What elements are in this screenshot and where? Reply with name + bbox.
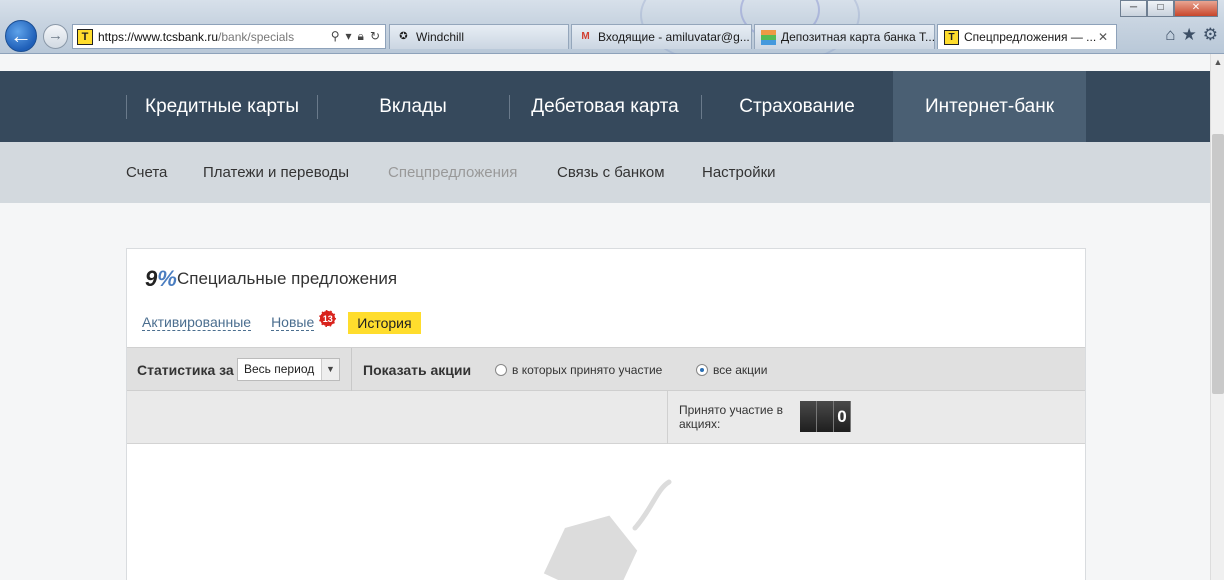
tab-deposit-card[interactable]: Депозитная карта банка Т... (754, 24, 935, 49)
url-host: https://www.tcsbank.ru (98, 29, 219, 44)
period-select[interactable]: Весь период ▼ (237, 358, 340, 381)
search-icon[interactable]: ⚲ (331, 29, 340, 44)
filter-history-tab[interactable]: История (348, 312, 421, 334)
subnav-payments[interactable]: Платежи и переводы (203, 142, 349, 203)
refresh-icon[interactable]: ↻ (370, 29, 380, 44)
minimize-button[interactable]: ─ (1120, 0, 1147, 17)
period-select-value: Весь период (244, 362, 315, 376)
radio-participated-button[interactable] (495, 364, 507, 376)
participation-counter: 0 (800, 401, 851, 432)
tab-label: Спецпредложения — ... (964, 30, 1097, 44)
filter-new-link[interactable]: Новые (271, 315, 315, 331)
nav-insurance[interactable]: Страхование (702, 71, 892, 142)
home-icon[interactable]: ⌂ (1165, 25, 1175, 45)
chevron-down-icon[interactable]: ▼ (321, 359, 339, 380)
url-path: /bank/specials (218, 29, 295, 44)
address-url[interactable]: https://www.tcsbank.ru/bank/specials (98, 30, 331, 44)
browser-toolbar-right: ⌂ ★ ⚙ (1165, 25, 1218, 45)
statistics-bar: Статистика за Весь период ▼ Показать акц… (127, 347, 1085, 392)
gear-icon[interactable]: ⚙ (1203, 25, 1218, 45)
main-navigation: Кредитные карты Вклады Дебетовая карта С… (0, 71, 1210, 142)
percent-logo-icon: 9% (145, 266, 177, 291)
tab-label: Входящие - amiluvatar@g... (598, 30, 750, 44)
scrollbar-thumb[interactable] (1212, 134, 1224, 394)
sub-navigation: Счета Платежи и переводы Спецпредложения… (0, 142, 1210, 203)
participation-counter-row: Принято участие в акциях: 0 (127, 391, 1085, 444)
nav-deposits[interactable]: Вклады (318, 71, 508, 142)
bank-chart-icon (761, 29, 776, 45)
counter-digit (800, 401, 817, 432)
close-window-button[interactable]: ✕ (1174, 0, 1218, 17)
arrow-right-icon: → (48, 27, 63, 44)
radio-all-offers-button[interactable] (696, 364, 708, 376)
maximize-button[interactable]: □ (1147, 0, 1174, 17)
subnav-accounts[interactable]: Счета (126, 142, 167, 203)
show-offers-label: Показать акции (363, 362, 472, 378)
browser-chrome: ← → T https://www.tcsbank.ru/bank/specia… (0, 0, 1224, 70)
filter-tabs: Активированные Новые 13 История (142, 309, 421, 334)
radio-all-offers-label: все акции (713, 363, 768, 377)
statistics-label: Статистика за (137, 362, 234, 378)
filter-activated-link[interactable]: Активированные (142, 315, 252, 331)
lock-icon[interactable]: 🔒︎ (358, 29, 364, 44)
close-tab-icon[interactable]: ✕ (1098, 30, 1108, 44)
specials-card: 9% Специальные предложения Активированны… (126, 248, 1086, 580)
forward-button[interactable]: → (43, 24, 68, 49)
page-content: Кредитные карты Вклады Дебетовая карта С… (0, 54, 1210, 580)
back-button[interactable]: ← (5, 20, 37, 52)
subnav-specials[interactable]: Спецпредложения (388, 142, 517, 203)
nav-credit-cards[interactable]: Кредитные карты (127, 71, 317, 142)
window-controls: ─ □ ✕ (1120, 0, 1218, 17)
nav-debit-card[interactable]: Дебетовая карта (510, 71, 700, 142)
dropdown-arrow-icon[interactable]: ▾ (346, 29, 352, 44)
favorites-star-icon[interactable]: ★ (1182, 25, 1197, 45)
card-title: Специальные предложения (177, 269, 398, 288)
subnav-contact-bank[interactable]: Связь с банком (557, 142, 665, 203)
windchill-icon: ✪ (399, 30, 408, 42)
scroll-up-icon[interactable]: ▲ (1211, 54, 1224, 70)
tab-label: Windchill (416, 30, 465, 44)
radio-participated[interactable]: в которых принято участие (495, 363, 662, 377)
arrow-left-icon: ← (10, 23, 32, 48)
counter-digit: 0 (834, 401, 851, 432)
radio-all-offers[interactable]: все акции (696, 363, 767, 377)
vertical-scrollbar[interactable]: ▲ (1210, 54, 1224, 580)
tab-windchill[interactable]: ✪ Windchill (389, 24, 569, 49)
tab-label: Депозитная карта банка Т... (781, 30, 935, 44)
new-count-badge: 13 (319, 309, 337, 327)
participation-counter-label: Принято участие в акциях: (679, 403, 784, 431)
tcs-icon: T (944, 29, 959, 45)
counter-digit (817, 401, 834, 432)
gmail-icon: M (581, 30, 590, 42)
site-favicon-icon: T (77, 28, 93, 45)
tab-specials[interactable]: T Спецпредложения — ... ✕ (937, 24, 1117, 49)
subnav-settings[interactable]: Настройки (702, 142, 776, 203)
nav-internet-bank[interactable]: Интернет-банк (893, 71, 1086, 142)
address-bar[interactable]: T https://www.tcsbank.ru/bank/specials ⚲… (72, 24, 386, 49)
price-tag-icon (543, 479, 672, 580)
radio-participated-label: в которых принято участие (512, 363, 663, 377)
tab-gmail[interactable]: M Входящие - amiluvatar@g... (571, 24, 752, 49)
